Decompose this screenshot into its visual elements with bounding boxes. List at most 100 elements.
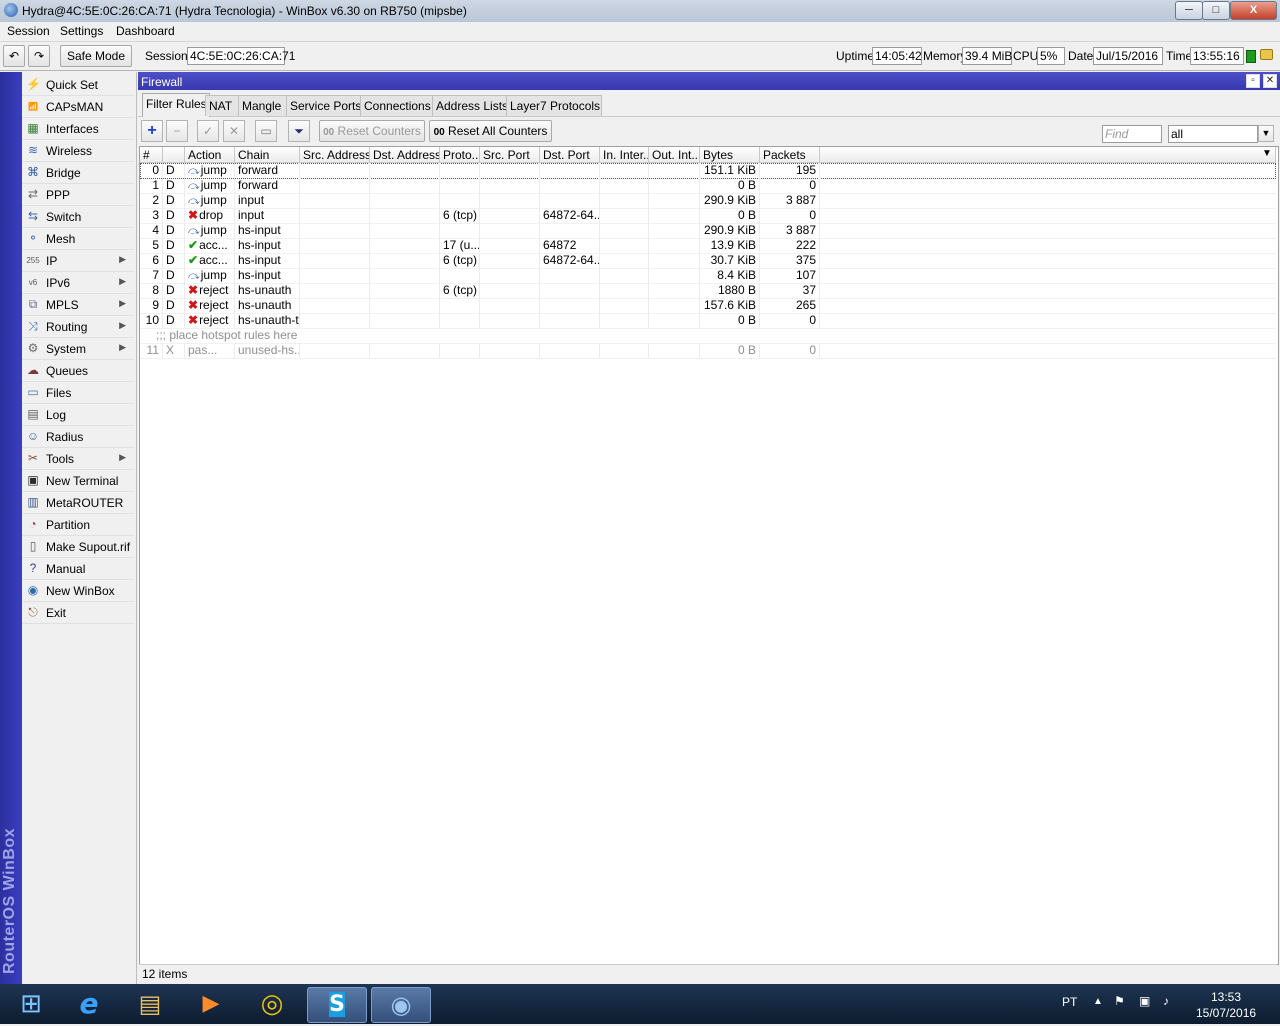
table-row[interactable]: 1 D ⤼jump forward 0 B0 bbox=[140, 178, 1276, 194]
media-player-icon[interactable]: ▶ bbox=[182, 987, 240, 1021]
sidebar-item-interfaces[interactable]: ▦ Interfaces bbox=[22, 118, 134, 140]
table-row[interactable]: 6 D ✔acc... hs-input 6 (tcp) 64872-64... 30.7 … bbox=[140, 253, 1276, 269]
table-row[interactable]: 7 D ⤼jump hs-input 8.4 KiB 107 bbox=[140, 268, 1276, 284]
column-header-src-port[interactable]: Src. Port bbox=[480, 147, 540, 163]
column-header-bytes[interactable]: Bytes bbox=[700, 147, 760, 163]
window-close-icon[interactable]: ✕ bbox=[1263, 74, 1277, 88]
column-header-in-inter-[interactable]: In. Inter... bbox=[600, 147, 649, 163]
column-header-flag[interactable] bbox=[163, 147, 185, 163]
sidebar-item-ip[interactable]: 255 IP ▶ bbox=[22, 250, 134, 272]
sidebar-item-ipv6[interactable]: v6 IPv6 ▶ bbox=[22, 272, 134, 294]
sidebar-item-mesh[interactable]: ⚬ Mesh bbox=[22, 228, 134, 250]
tab-connections[interactable]: Connections bbox=[360, 95, 437, 116]
tab-address-lists[interactable]: Address Lists bbox=[432, 95, 511, 116]
tab-layer7-protocols[interactable]: Layer7 Protocols bbox=[506, 95, 602, 116]
session-field: 4C:5E:0C:26:CA:71 bbox=[187, 47, 295, 65]
sidebar-item-bridge[interactable]: ⌘ Bridge bbox=[22, 162, 134, 184]
column-header-dst-port[interactable]: Dst. Port bbox=[540, 147, 600, 163]
start-button[interactable]: ⊞ bbox=[2, 987, 60, 1021]
clock-time[interactable]: 13:53 bbox=[1211, 990, 1241, 1004]
sidebar-item-make-supout-rif[interactable]: ▯ Make Supout.rif bbox=[22, 536, 134, 558]
skype-icon[interactable]: S bbox=[307, 987, 367, 1023]
table-row[interactable]: 2 D ⤼jump input 290.9 KiB 3 887 bbox=[140, 193, 1276, 209]
sidebar-item-queues[interactable]: ☁ Queues bbox=[22, 360, 134, 382]
window-maximize-icon[interactable]: ▫ bbox=[1246, 74, 1260, 88]
tray-expand-icon[interactable]: ▲ bbox=[1093, 996, 1103, 1007]
cell-src bbox=[300, 208, 370, 223]
drop-action-icon: ✖ bbox=[188, 208, 199, 222]
add-icon[interactable]: + bbox=[141, 120, 163, 142]
reset-all-counters-button[interactable]: 00 Reset All Counters bbox=[429, 120, 552, 142]
menu-settings[interactable]: Settings bbox=[60, 24, 103, 38]
column-header-proto-[interactable]: Proto... bbox=[440, 147, 480, 163]
sidebar-item-ppp[interactable]: ⇄ PPP bbox=[22, 184, 134, 206]
internet-explorer-icon[interactable]: e bbox=[60, 987, 118, 1021]
sidebar-item-files[interactable]: ▭ Files bbox=[22, 382, 134, 404]
sidebar-item-switch[interactable]: ⇆ Switch bbox=[22, 206, 134, 228]
chrome-icon[interactable]: ◎ bbox=[243, 987, 301, 1021]
menu-session[interactable]: Session bbox=[7, 24, 50, 38]
reset-counters-button[interactable]: 00 Reset Counters bbox=[319, 120, 425, 142]
table-row[interactable]: 0 D ⤼jump forward 151.1 KiB 195 bbox=[140, 163, 1276, 179]
sidebar-item-exit[interactable]: ⎋ Exit bbox=[22, 602, 134, 624]
table-row[interactable]: 11 Xpas... unused-hs... 0 B0 bbox=[140, 343, 1276, 359]
volume-icon[interactable]: ♪ bbox=[1163, 994, 1169, 1008]
close-button[interactable]: X bbox=[1230, 1, 1277, 20]
sidebar-item-wireless[interactable]: ≋ Wireless bbox=[22, 140, 134, 162]
title-bar[interactable]: Hydra@4C:5E:0C:26:CA:71 (Hydra Tecnologi… bbox=[0, 0, 1280, 23]
columns-dropdown-icon[interactable]: ▼ bbox=[1262, 148, 1272, 159]
enable-icon[interactable]: ✓ bbox=[197, 120, 219, 142]
sidebar-item-new-winbox[interactable]: ◉ New WinBox bbox=[22, 580, 134, 602]
column-header-#[interactable]: # bbox=[140, 147, 163, 163]
sidebar-item-radius[interactable]: ☺ Radius bbox=[22, 426, 134, 448]
find-input[interactable]: Find bbox=[1102, 125, 1162, 143]
menu-dashboard[interactable]: Dashboard bbox=[116, 24, 175, 38]
scope-select[interactable]: all bbox=[1168, 125, 1258, 143]
sidebar-item-manual[interactable]: ? Manual bbox=[22, 558, 134, 580]
sidebar-item-routing[interactable]: ⤨ Routing ▶ bbox=[22, 316, 134, 338]
tab-service-ports[interactable]: Service Ports bbox=[286, 95, 365, 116]
table-row[interactable]: 9 D ✖reject hs-unauth 157.6 KiB 265 bbox=[140, 298, 1276, 314]
safe-mode-button[interactable]: Safe Mode bbox=[60, 45, 132, 67]
column-header-src-address[interactable]: Src. Address bbox=[300, 147, 370, 163]
maximize-button[interactable]: □ bbox=[1202, 1, 1230, 20]
sidebar-item-new-terminal[interactable]: ▣ New Terminal bbox=[22, 470, 134, 492]
sidebar-item-quick-set[interactable]: ⚡ Quick Set bbox=[22, 74, 134, 96]
table-row[interactable]: 5 D ✔acc... hs-input 17 (u... 64872 13.9 KiB 22… bbox=[140, 238, 1276, 254]
sidebar-item-partition[interactable]: ◔ Partition bbox=[22, 514, 134, 536]
firewall-window-titlebar[interactable]: Firewall ▫ ✕ bbox=[138, 72, 1280, 90]
winbox-taskbar-icon[interactable]: ◉ bbox=[371, 987, 431, 1023]
table-row[interactable]: 3 D ✖drop input 6 (tcp) 64872-64... 0 B0 bbox=[140, 208, 1276, 224]
cell-flag: D bbox=[163, 313, 185, 328]
sidebar-item-metarouter[interactable]: ▥ MetaROUTER bbox=[22, 492, 134, 514]
column-header-out-int-[interactable]: Out. Int... bbox=[649, 147, 700, 163]
column-header-chain[interactable]: Chain bbox=[235, 147, 300, 163]
sidebar-item-mpls[interactable]: ⧉ MPLS ▶ bbox=[22, 294, 134, 316]
file-explorer-icon[interactable]: ▤ bbox=[121, 987, 179, 1021]
remove-icon[interactable]: − bbox=[166, 120, 188, 142]
disable-icon[interactable]: ✕ bbox=[223, 120, 245, 142]
table-row[interactable]: 10 D ✖reject hs-unauth-to 0 B0 bbox=[140, 313, 1276, 329]
sidebar-item-tools[interactable]: ✂ Tools ▶ bbox=[22, 448, 134, 470]
minimize-button[interactable]: ─ bbox=[1175, 1, 1203, 20]
filter-icon[interactable]: ⏷ bbox=[288, 120, 310, 142]
column-header-packets[interactable]: Packets bbox=[760, 147, 820, 163]
sidebar-item-log[interactable]: ▤ Log bbox=[22, 404, 134, 426]
sidebar-item-capsman[interactable]: 📶 CAPsMAN bbox=[22, 96, 134, 118]
column-header-action[interactable]: Action bbox=[185, 147, 235, 163]
table-row[interactable]: 4 D ⤼jump hs-input 290.9 KiB 3 887 bbox=[140, 223, 1276, 239]
clock-date[interactable]: 15/07/2016 bbox=[1196, 1006, 1256, 1020]
scope-dropdown-icon[interactable]: ▼ bbox=[1258, 125, 1274, 142]
action-center-icon[interactable]: ⚑ bbox=[1114, 994, 1125, 1008]
tab-filter-rules[interactable]: Filter Rules bbox=[142, 93, 210, 117]
column-header-dst-address[interactable]: Dst. Address bbox=[370, 147, 440, 163]
sidebar-item-label: Switch bbox=[46, 210, 82, 224]
comment-icon[interactable]: ▭ bbox=[255, 120, 277, 142]
language-indicator[interactable]: PT bbox=[1062, 995, 1077, 1009]
redo-icon[interactable]: ↷ bbox=[28, 45, 50, 67]
table-row[interactable]: 8 D ✖reject hs-unauth 6 (tcp) 1880 B 37 bbox=[140, 283, 1276, 299]
undo-icon[interactable]: ↶ bbox=[3, 45, 25, 67]
network-icon[interactable]: ▣ bbox=[1139, 994, 1150, 1008]
sidebar-item-system[interactable]: ⚙ System ▶ bbox=[22, 338, 134, 360]
tab-mangle[interactable]: Mangle bbox=[238, 95, 291, 116]
